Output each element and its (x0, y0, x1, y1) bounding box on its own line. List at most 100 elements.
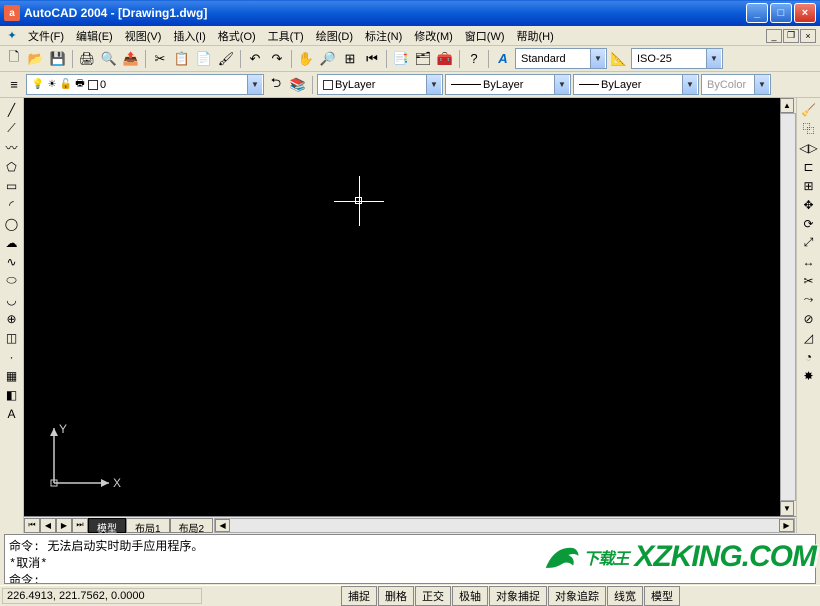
chevron-down-icon[interactable] (554, 75, 569, 94)
close-button[interactable]: × (794, 3, 816, 23)
paste-icon[interactable]: 📄 (194, 49, 214, 69)
pan-icon[interactable]: ✋ (296, 49, 316, 69)
osnap-toggle[interactable]: 对象捕捉 (489, 586, 547, 606)
scroll-left-icon[interactable]: ◀ (215, 519, 230, 532)
menu-edit[interactable]: 编辑(E) (70, 26, 119, 46)
toolpalette-icon[interactable]: 🧰 (435, 49, 455, 69)
help-icon[interactable]: ? (464, 49, 484, 69)
scroll-right-icon[interactable]: ▶ (779, 519, 794, 532)
menu-format[interactable]: 格式(O) (212, 26, 262, 46)
save-icon[interactable]: 💾 (48, 49, 68, 69)
mdi-restore-button[interactable]: ❐ (783, 29, 799, 43)
menu-help[interactable]: 帮助(H) (511, 26, 560, 46)
undo-icon[interactable]: ↶ (245, 49, 265, 69)
snap-toggle[interactable]: 捕捉 (341, 586, 377, 606)
copy-icon[interactable]: 📋 (172, 49, 192, 69)
app-menu-icon[interactable]: ✦ (4, 28, 20, 44)
scale-icon[interactable]: ⤢ (799, 233, 819, 252)
erase-icon[interactable]: 🧹 (799, 100, 819, 119)
vertical-scrollbar[interactable]: ▲ ▼ (780, 98, 796, 516)
tab-first-icon[interactable]: ⏮ (24, 518, 40, 533)
properties-icon[interactable]: 📑 (391, 49, 411, 69)
revcloud-icon[interactable]: ☁ (2, 233, 22, 252)
chevron-down-icon[interactable] (247, 75, 262, 94)
region-icon[interactable]: ◧ (2, 385, 22, 404)
menu-tools[interactable]: 工具(T) (262, 26, 310, 46)
new-icon[interactable]: 🗋 (4, 49, 24, 69)
tab-next-icon[interactable]: ▶ (56, 518, 72, 533)
rectangle-icon[interactable]: ▭ (2, 176, 22, 195)
minimize-button[interactable]: _ (746, 3, 768, 23)
menu-window[interactable]: 窗口(W) (459, 26, 511, 46)
polygon-icon[interactable]: ⬠ (2, 157, 22, 176)
grid-toggle[interactable]: 删格 (378, 586, 414, 606)
extend-icon[interactable]: ⤳ (799, 290, 819, 309)
textstyle-icon[interactable]: A (493, 49, 513, 69)
otrack-toggle[interactable]: 对象追踪 (548, 586, 606, 606)
dimstyle-icon[interactable]: 📐 (609, 49, 629, 69)
copy-obj-icon[interactable]: ⿻ (799, 119, 819, 138)
explode-icon[interactable]: ✸ (799, 366, 819, 385)
text-style-dropdown[interactable]: Standard (515, 48, 607, 69)
ortho-toggle[interactable]: 正交 (415, 586, 451, 606)
line-icon[interactable]: ╱ (2, 100, 22, 119)
print-icon[interactable]: 🖨 (77, 49, 97, 69)
circle-icon[interactable]: ◯ (2, 214, 22, 233)
insert-block-icon[interactable]: ⊕ (2, 309, 22, 328)
preview-icon[interactable]: 🔍 (99, 49, 119, 69)
chamfer-icon[interactable]: ◿ (799, 328, 819, 347)
rotate-icon[interactable]: ⟳ (799, 214, 819, 233)
fillet-icon[interactable]: ◔ (799, 347, 819, 366)
ellipse-arc-icon[interactable]: ◡ (2, 290, 22, 309)
move-icon[interactable]: ✥ (799, 195, 819, 214)
ellipse-icon[interactable]: ⬭ (2, 271, 22, 290)
tab-prev-icon[interactable]: ◀ (40, 518, 56, 533)
scroll-down-icon[interactable]: ▼ (780, 501, 794, 516)
mirror-icon[interactable]: ◁▷ (799, 138, 819, 157)
command-prompt[interactable]: 命令: (9, 571, 811, 584)
mdi-minimize-button[interactable]: _ (766, 29, 782, 43)
chevron-down-icon[interactable] (426, 75, 441, 94)
command-window[interactable]: 命令: 无法启动实时助手应用程序。 *取消* 命令: (4, 534, 816, 584)
model-toggle[interactable]: 模型 (644, 586, 680, 606)
tab-layout1[interactable]: 布局1 (126, 518, 170, 533)
layer-states-icon[interactable]: 📚 (288, 75, 308, 95)
cut-icon[interactable]: ✂ (150, 49, 170, 69)
array-icon[interactable]: ⊞ (799, 176, 819, 195)
make-block-icon[interactable]: ◫ (2, 328, 22, 347)
zoom-rt-icon[interactable]: 🔎 (318, 49, 338, 69)
layer-prev-icon[interactable]: ⮌ (266, 75, 286, 95)
maximize-button[interactable]: □ (770, 3, 792, 23)
point-icon[interactable]: · (2, 347, 22, 366)
break-icon[interactable]: ⊘ (799, 309, 819, 328)
horizontal-scrollbar[interactable]: ◀ ▶ (214, 518, 795, 533)
arc-icon[interactable]: ◜ (2, 195, 22, 214)
tab-layout2[interactable]: 布局2 (170, 518, 214, 533)
mtext-icon[interactable]: A (2, 404, 22, 423)
menu-view[interactable]: 视图(V) (119, 26, 168, 46)
color-dropdown[interactable]: ByLayer (317, 74, 443, 95)
menu-file[interactable]: 文件(F) (22, 26, 70, 46)
layer-manager-icon[interactable]: ≡ (4, 75, 24, 95)
scroll-up-icon[interactable]: ▲ (780, 98, 794, 113)
match-icon[interactable]: 🖌 (216, 49, 236, 69)
hatch-icon[interactable]: ▦ (2, 366, 22, 385)
chevron-down-icon[interactable] (590, 49, 605, 68)
tab-last-icon[interactable]: ⏭ (72, 518, 88, 533)
chevron-down-icon[interactable] (682, 75, 697, 94)
zoom-prev-icon[interactable]: ⏮ (362, 49, 382, 69)
linetype-dropdown[interactable]: ByLayer (445, 74, 571, 95)
dim-style-dropdown[interactable]: ISO-25 (631, 48, 723, 69)
xline-icon[interactable]: ⟋ (2, 119, 22, 138)
pline-icon[interactable]: 〰 (2, 138, 22, 157)
offset-icon[interactable]: ⊏ (799, 157, 819, 176)
layer-dropdown[interactable]: 💡 ☀ 🔓 🖶 0 (26, 74, 264, 95)
mdi-close-button[interactable]: × (800, 29, 816, 43)
tab-model[interactable]: 模型 (88, 518, 126, 533)
chevron-down-icon[interactable] (706, 49, 721, 68)
menu-dimension[interactable]: 标注(N) (359, 26, 408, 46)
polar-toggle[interactable]: 极轴 (452, 586, 488, 606)
publish-icon[interactable]: 📤 (121, 49, 141, 69)
stretch-icon[interactable]: ↔ (799, 252, 819, 271)
zoom-win-icon[interactable]: ⊞ (340, 49, 360, 69)
